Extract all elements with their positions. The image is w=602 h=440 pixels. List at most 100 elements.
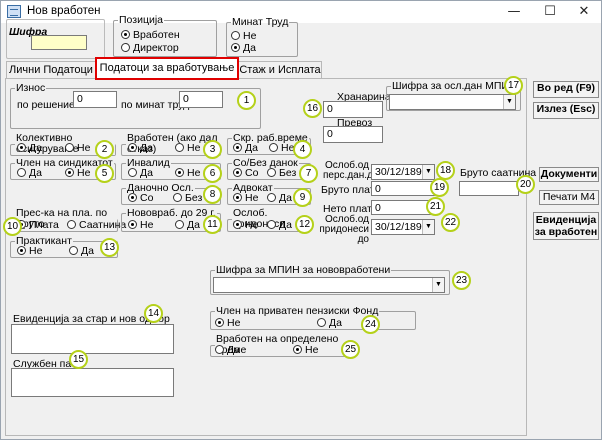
osl-prid-do-date[interactable]: 30/12/1899 ▼ <box>371 219 435 235</box>
invalid-option-ne[interactable]: Не <box>175 168 200 179</box>
kolektivno-option-da[interactable]: Да <box>17 143 42 154</box>
vraboten-otkaz-option-ne[interactable]: Не <box>175 143 200 154</box>
presmetka-option-saatnina[interactable]: Саатнина <box>67 220 126 231</box>
tab-licni-podatoci[interactable]: Лични Податоци <box>6 61 96 79</box>
vraboten-otkaz-option-da[interactable]: Да <box>128 143 153 154</box>
invalid-option-da[interactable]: Да <box>128 168 153 179</box>
radio-icon <box>293 345 302 354</box>
clen-sindikat-option-da[interactable]: Да <box>17 168 42 179</box>
bruto-saatnina-input[interactable] <box>459 181 519 196</box>
minat-trud-option-ne[interactable]: Не <box>231 31 256 42</box>
advokat-option-da[interactable]: Да <box>267 193 292 204</box>
radio-icon <box>121 30 130 39</box>
exit-button[interactable]: Излез (Esc) <box>533 102 599 119</box>
annotation-5: 5 <box>95 164 114 183</box>
shifra-group <box>6 19 105 59</box>
tab-podatoci-vrabotuvanje[interactable]: Податоци за вработување <box>95 57 239 80</box>
po-reshenie-input[interactable]: 0 <box>73 91 117 108</box>
shifra-novovraboteni-legend: Шифра за МПИН за нововработени <box>216 264 391 276</box>
pozicija-legend: Позиција <box>119 14 163 26</box>
annotation-24: 24 <box>361 315 380 334</box>
shifra-osl-legend: Шифра за осл.дан МПИН <box>392 80 517 92</box>
employee-record-button[interactable]: Евиденција за вработен <box>533 212 599 240</box>
dropdown-arrow-icon: ▼ <box>503 95 515 109</box>
so-bez-danok-option-bez[interactable]: Без <box>267 168 296 179</box>
clen-penziski-option-ne[interactable]: Не <box>215 318 240 329</box>
maximize-button[interactable]: ☐ <box>533 1 567 23</box>
presmetka-option-plata[interactable]: Плата <box>17 220 59 231</box>
osl-pers-dan-date[interactable]: 30/12/1899 ▼ <box>371 164 435 180</box>
radio-icon <box>173 193 182 202</box>
danochno-osl-option-so[interactable]: Со <box>128 193 153 204</box>
annotation-3: 3 <box>203 140 222 159</box>
annotation-21: 21 <box>426 197 445 216</box>
osl-pridonesi-option-ne[interactable]: Не <box>233 220 258 231</box>
dropdown-arrow-icon: ▼ <box>422 165 434 179</box>
annotation-20: 20 <box>516 175 535 194</box>
radio-icon <box>317 318 326 327</box>
annotation-1: 1 <box>237 91 256 110</box>
annotation-11: 11 <box>203 215 222 234</box>
ok-button[interactable]: Во ред (F9) <box>533 81 599 98</box>
praktikant-option-ne[interactable]: Не <box>17 246 42 257</box>
radio-icon <box>128 143 137 152</box>
annotation-23: 23 <box>452 271 471 290</box>
danochno-osl-option-bez[interactable]: Без <box>173 193 202 204</box>
radio-icon <box>233 168 242 177</box>
annotation-7: 7 <box>299 164 318 183</box>
praktikant-option-da[interactable]: Да <box>69 246 94 257</box>
annotation-13: 13 <box>100 238 119 257</box>
clen-sindikat-option-ne[interactable]: Не <box>65 168 90 179</box>
osl-pridonesi-option-da[interactable]: Да <box>267 220 292 231</box>
radio-icon <box>215 345 224 354</box>
radio-icon <box>231 31 240 40</box>
po-minat-trud-input[interactable]: 0 <box>179 91 223 108</box>
advokat-option-ne[interactable]: Не <box>233 193 258 204</box>
minat-trud-option-da[interactable]: Да <box>231 43 256 54</box>
so-bez-danok-option-so[interactable]: Со <box>233 168 258 179</box>
novovrab-legend: Нововраб. до 29 г. <box>127 207 216 219</box>
prevoz-input[interactable]: 0 <box>323 126 383 143</box>
minimize-button[interactable]: — <box>497 1 531 23</box>
bruto-plata-input[interactable]: 0 <box>371 181 439 196</box>
dropdown-arrow-icon: ▼ <box>422 220 434 234</box>
documents-button[interactable]: Документи <box>539 167 599 182</box>
novovrab-option-da[interactable]: Да <box>175 220 200 231</box>
pozicija-option-direktor[interactable]: Директор <box>121 43 179 54</box>
novovrab-option-ne[interactable]: Не <box>128 220 153 231</box>
close-button[interactable]: ✕ <box>567 1 601 23</box>
radio-icon <box>175 168 184 177</box>
skr-rab-option-ne[interactable]: Не <box>269 143 294 154</box>
kolektivno-option-ne[interactable]: Не <box>65 143 90 154</box>
annotation-4: 4 <box>293 140 312 159</box>
shifra-novovraboteni-select[interactable]: ▼ <box>213 277 445 293</box>
iznos-legend: Износ <box>16 82 46 94</box>
evidencija-odmor-textarea[interactable] <box>11 324 174 354</box>
radio-icon <box>17 143 26 152</box>
sluzhben-pat-textarea[interactable] <box>11 368 174 397</box>
radio-icon <box>267 220 276 229</box>
clen-penziski-option-da[interactable]: Да <box>317 318 342 329</box>
hranarina-input[interactable]: 0 <box>323 101 383 118</box>
pozicija-option-vraboten[interactable]: Вработен <box>121 30 180 41</box>
window-app-icon <box>7 5 21 18</box>
shifra-osl-select[interactable]: ▼ <box>389 94 516 110</box>
radio-icon <box>69 246 78 255</box>
radio-icon <box>17 246 26 255</box>
radio-icon <box>128 220 137 229</box>
annotation-8: 8 <box>203 185 222 204</box>
annotation-15: 15 <box>69 350 88 369</box>
radio-icon <box>267 193 276 202</box>
radio-icon <box>65 143 74 152</box>
minat-trud-legend: Минат Труд <box>232 16 289 28</box>
skr-rab-option-da[interactable]: Да <box>233 143 258 154</box>
opredeleno-vreme-option-ne[interactable]: Не <box>293 345 318 356</box>
tab-staz-isplata[interactable]: Стаж и Исплата <box>238 61 322 79</box>
radio-icon <box>233 193 242 202</box>
radio-icon <box>267 168 276 177</box>
annotation-17: 17 <box>504 76 523 95</box>
opredeleno-vreme-option-da[interactable]: Да <box>215 345 240 356</box>
annotation-2: 2 <box>95 140 114 159</box>
print-m4-button[interactable]: Печати М4 <box>539 190 599 205</box>
annotation-10: 10 <box>3 217 22 236</box>
